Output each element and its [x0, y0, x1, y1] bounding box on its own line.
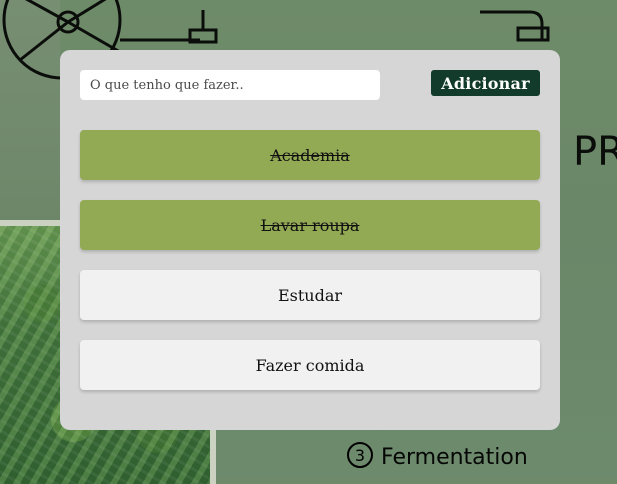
- sketch-step-number: 3: [347, 442, 373, 468]
- task-item[interactable]: Lavar roupa: [80, 200, 540, 250]
- add-button[interactable]: Adicionar: [431, 70, 540, 96]
- sketch-heading-partial: PR: [573, 129, 617, 175]
- task-input[interactable]: [80, 70, 380, 100]
- task-list: Academia Lavar roupa Estudar Fazer comid…: [80, 130, 540, 410]
- sketch-pipe-icon: [480, 10, 550, 42]
- task-item[interactable]: Academia: [80, 130, 540, 180]
- task-item[interactable]: Fazer comida: [80, 340, 540, 390]
- todo-toolbar: Adicionar: [80, 70, 540, 100]
- sketch-step-label: Fermentation: [381, 445, 528, 470]
- todo-card: Adicionar Academia Lavar roupa Estudar F…: [60, 50, 560, 430]
- task-item[interactable]: Estudar: [80, 270, 540, 320]
